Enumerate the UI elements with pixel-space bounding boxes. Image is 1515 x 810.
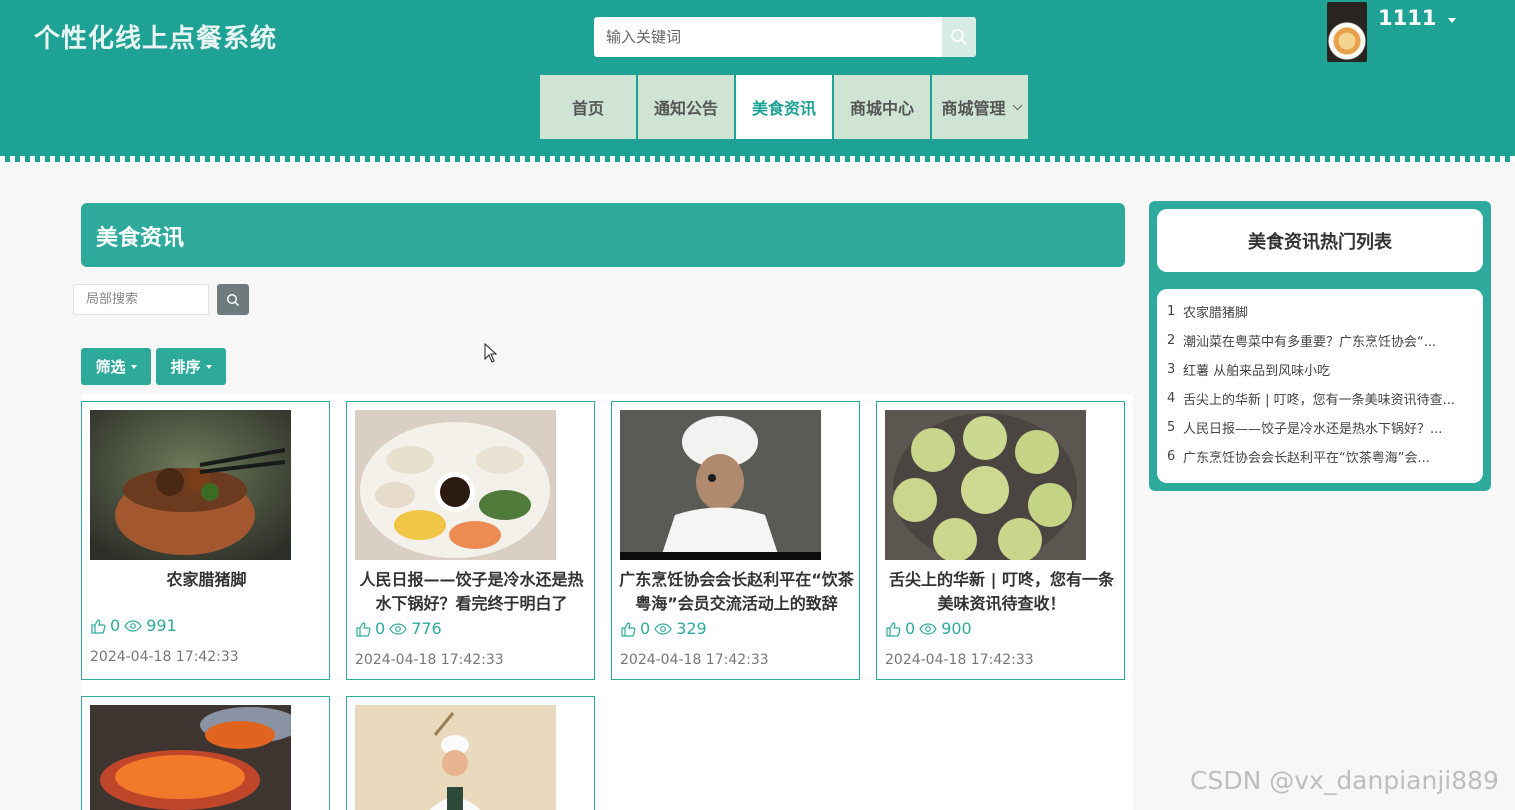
like-count: 0	[905, 619, 916, 638]
article-image[interactable]	[90, 705, 291, 810]
article-stats: 0 991	[90, 616, 177, 635]
article-date: 2024-04-18 17:42:33	[885, 652, 1034, 668]
local-search-button[interactable]	[217, 284, 249, 315]
eye-icon	[124, 619, 142, 632]
hot-list-text: 潮汕菜在粤菜中有多重要？广东烹饪协会“...	[1183, 335, 1437, 350]
hot-list-text: 舌尖上的华新 | 叮咚，您有一条美味资讯待查...	[1183, 393, 1456, 408]
view-count: 776	[411, 619, 442, 638]
hot-list-text: 红薯 从舶来品到风味小吃	[1183, 364, 1331, 379]
caret-down-icon	[205, 364, 212, 369]
article-title[interactable]: 舌尖上的华新 | 叮咚，您有一条美味资讯待查收！	[883, 568, 1120, 616]
article-card[interactable]	[81, 696, 330, 810]
hot-list-text: 人民日报——饺子是冷水还是热水下锅好？...	[1183, 422, 1443, 437]
hot-list-title: 美食资讯热门列表	[1157, 209, 1483, 272]
like-count: 0	[110, 616, 121, 635]
hot-list: 1 农家腊猪脚 2 潮汕菜在粤菜中有多重要？广东烹饪协会“... 3 红薯 从舶来品到…	[1157, 289, 1483, 483]
hot-list-rank: 4	[1167, 391, 1176, 406]
article-image[interactable]	[355, 410, 556, 560]
filter-label: 筛选	[95, 358, 126, 376]
thumbs-up-icon[interactable]	[620, 621, 636, 637]
article-date: 2024-04-18 17:42:33	[620, 652, 769, 668]
global-search	[594, 17, 976, 57]
user-name[interactable]: 1111	[1378, 6, 1436, 30]
article-card[interactable]: 人民日报——饺子是冷水还是热水下锅好？看完终于明白了 0 776 2024-04…	[346, 401, 595, 680]
hot-list-rank: 2	[1167, 333, 1176, 348]
hot-list-rank: 5	[1167, 420, 1176, 435]
local-search-input[interactable]	[73, 284, 209, 315]
article-image[interactable]	[90, 410, 291, 560]
article-title[interactable]: 农家腊猪脚	[88, 568, 325, 592]
article-stats: 0 900	[885, 619, 972, 638]
user-menu-caret-icon[interactable]	[1448, 18, 1456, 23]
eye-icon	[919, 622, 937, 635]
user-avatar[interactable]	[1327, 2, 1367, 62]
eye-icon	[654, 622, 672, 635]
hot-list-panel: 美食资讯热门列表 1 农家腊猪脚 2 潮汕菜在粤菜中有多重要？广东烹饪协会“... …	[1149, 201, 1491, 491]
hot-list-rank: 3	[1167, 362, 1176, 377]
view-count: 991	[146, 616, 177, 635]
search-icon	[226, 293, 240, 306]
nav-food-news-label: 美食资讯	[751, 99, 816, 118]
hot-list-item[interactable]: 3 红薯 从舶来品到风味小吃	[1167, 355, 1473, 384]
header-dashed-border	[0, 156, 1515, 162]
article-image[interactable]	[885, 410, 1086, 560]
section-title: 美食资讯	[96, 226, 185, 251]
article-card[interactable]	[346, 696, 595, 810]
article-title[interactable]: 广东烹饪协会会长赵利平在“饮茶粤海”会员交流活动上的致辞	[618, 568, 855, 616]
article-title[interactable]: 人民日报——饺子是冷水还是热水下锅好？看完终于明白了	[353, 568, 590, 616]
article-date: 2024-04-18 17:42:33	[90, 649, 239, 665]
nav-food-news[interactable]: 美食资讯	[736, 75, 832, 139]
hot-list-item[interactable]: 5 人民日报——饺子是冷水还是热水下锅好？...	[1167, 413, 1473, 442]
article-image[interactable]	[620, 410, 821, 560]
hot-list-rank: 1	[1167, 304, 1176, 319]
article-date: 2024-04-18 17:42:33	[355, 652, 504, 668]
global-search-button[interactable]	[942, 17, 976, 57]
thumbs-up-icon[interactable]	[885, 621, 901, 637]
hot-list-text: 广东烹饪协会会长赵利平在“饮茶粤海”会...	[1183, 451, 1430, 466]
article-card[interactable]: 广东烹饪协会会长赵利平在“饮茶粤海”会员交流活动上的致辞 0 329 2024-…	[611, 401, 860, 680]
hot-list-text: 农家腊猪脚	[1183, 306, 1249, 321]
nav-home[interactable]: 首页	[540, 75, 636, 139]
like-count: 0	[375, 619, 386, 638]
like-count: 0	[640, 619, 651, 638]
hot-list-item[interactable]: 2 潮汕菜在粤菜中有多重要？广东烹饪协会“...	[1167, 326, 1473, 355]
chevron-down-icon	[1012, 99, 1023, 110]
article-card[interactable]: 舌尖上的华新 | 叮咚，您有一条美味资讯待查收！ 0 900 2024-04-1…	[876, 401, 1125, 680]
site-title: 个性化线上点餐系统	[34, 24, 278, 54]
article-card[interactable]: 农家腊猪脚 0 991 2024-04-18 17:42:33	[81, 401, 330, 680]
thumbs-up-icon[interactable]	[90, 618, 106, 634]
eye-icon	[389, 622, 407, 635]
article-stats: 0 776	[355, 619, 442, 638]
main-nav: 首页 通知公告 美食资讯 商城中心 商城管理	[540, 75, 1028, 139]
section-header: 美食资讯	[81, 203, 1125, 267]
filter-dropdown-button[interactable]: 筛选	[81, 348, 151, 385]
article-stats: 0 329	[620, 619, 707, 638]
view-count: 329	[676, 619, 707, 638]
top-header: 个性化线上点餐系统 1111 首页 通知公告 美食资讯 商城中心 商城管理	[0, 0, 1515, 162]
hot-list-item[interactable]: 1 农家腊猪脚	[1167, 297, 1473, 326]
nav-notices[interactable]: 通知公告	[638, 75, 734, 139]
hot-list-item[interactable]: 4 舌尖上的华新 | 叮咚，您有一条美味资讯待查...	[1167, 384, 1473, 413]
global-search-input[interactable]	[594, 17, 942, 57]
nav-notices-label: 通知公告	[653, 99, 718, 118]
sort-label: 排序	[170, 358, 201, 376]
nav-mall-center[interactable]: 商城中心	[834, 75, 930, 139]
search-icon	[951, 29, 967, 45]
caret-down-icon	[130, 364, 137, 369]
sort-dropdown-button[interactable]: 排序	[156, 348, 226, 385]
mouse-cursor-icon	[484, 343, 498, 363]
nav-mall-management-label: 商城管理	[941, 99, 1006, 118]
nav-mall-center-label: 商城中心	[849, 99, 914, 118]
article-image[interactable]	[355, 705, 556, 810]
watermark: CSDN @vx_danpianji889	[1190, 766, 1499, 795]
nav-home-label: 首页	[571, 99, 604, 118]
thumbs-up-icon[interactable]	[355, 621, 371, 637]
nav-mall-management[interactable]: 商城管理	[932, 75, 1028, 139]
hot-list-item[interactable]: 6 广东烹饪协会会长赵利平在“饮茶粤海”会...	[1167, 442, 1473, 471]
view-count: 900	[941, 619, 972, 638]
hot-list-rank: 6	[1167, 449, 1176, 464]
